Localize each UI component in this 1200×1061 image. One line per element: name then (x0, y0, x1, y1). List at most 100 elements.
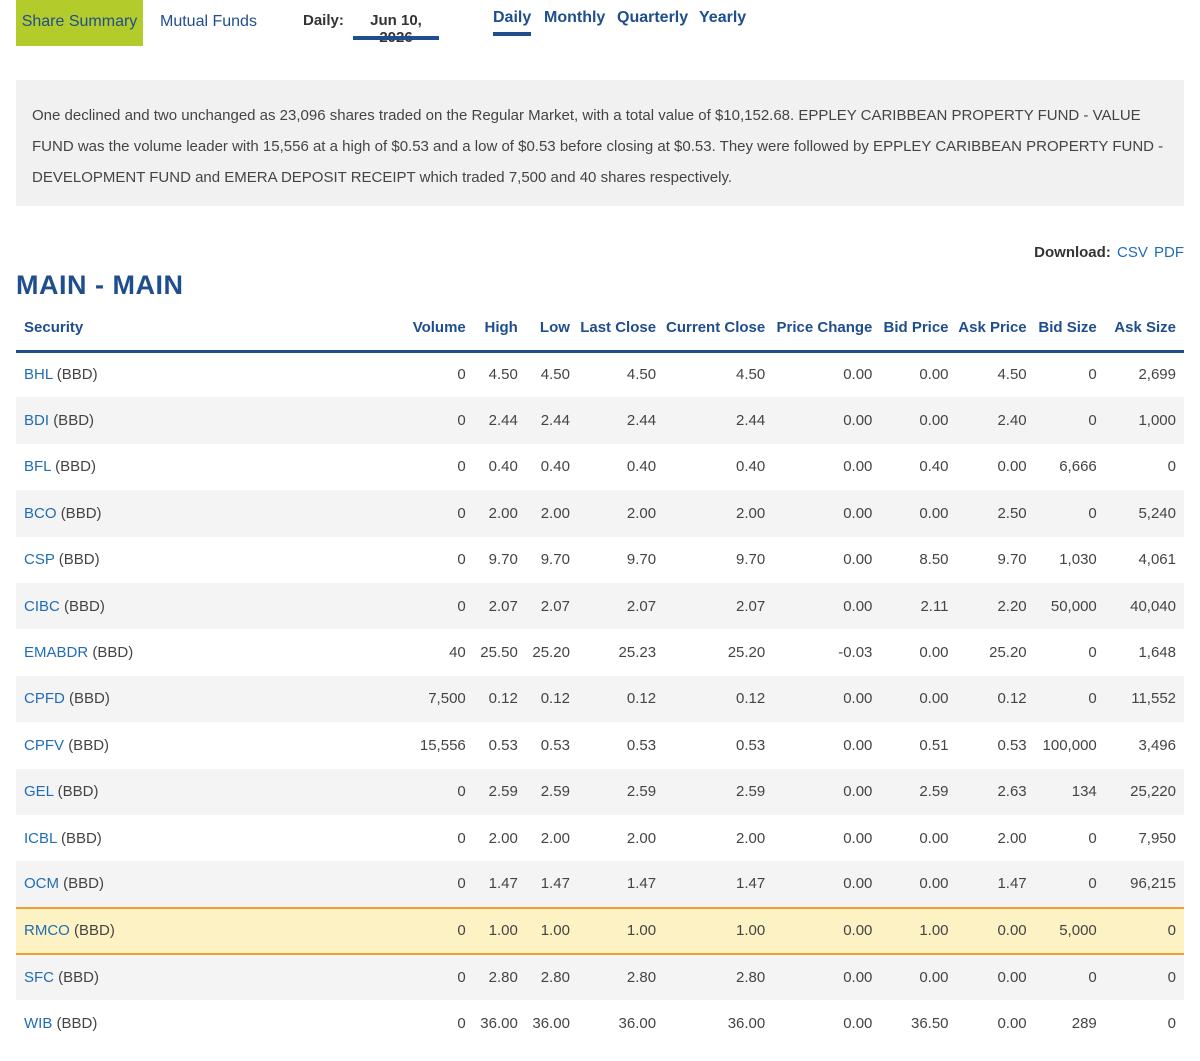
security-symbol-link[interactable]: CPFV (24, 737, 64, 754)
security-symbol-link[interactable]: GEL (24, 783, 53, 800)
last-close-cell: 0.40 (626, 458, 657, 476)
high-cell: 2.00 (473, 490, 526, 537)
period-daily[interactable]: Daily (493, 9, 532, 36)
price-change-cell: 0.00 (773, 861, 881, 908)
download-pdf-link[interactable]: PDF (1154, 244, 1184, 261)
low-cell: 2.07 (525, 582, 578, 630)
column-header-high[interactable]: High (473, 309, 526, 353)
volume-cell: 0 (457, 458, 466, 476)
volume-cell: 0 (406, 906, 474, 956)
security-cell: CPFV (BBD) (16, 722, 407, 768)
high-cell: 1.00 (473, 906, 526, 956)
tab-share-summary[interactable]: Share Summary (16, 0, 143, 46)
column-header-volume[interactable]: Volume (406, 309, 474, 353)
security-currency: (BBD) (74, 922, 115, 940)
price-change-cell: 0.00 (843, 458, 873, 476)
bid-price-cell: 0.51 (919, 736, 949, 754)
volume-cell: 0 (406, 490, 474, 537)
download-links: Download: CSV PDF (1034, 244, 1184, 261)
table-row: SFC (BBD) 0 2.80 2.80 2.80 2.80 0.00 0.00 0.00 0 0 (16, 954, 1184, 1001)
column-header-bid-size[interactable]: Bid Size (1034, 309, 1105, 353)
period-yearly[interactable]: Yearly (699, 9, 746, 27)
table-row: GEL (BBD) 0 2.59 2.59 2.59 2.59 0.00 2.59 2.63 13… (16, 768, 1184, 815)
last-close-cell: 4.50 (626, 366, 657, 384)
download-csv-link[interactable]: CSV (1117, 244, 1148, 261)
low-cell: 2.59 (525, 768, 578, 815)
bid-size-cell: 50,000 (1034, 582, 1105, 630)
date-picker[interactable]: Jun 10, 2026 (353, 12, 439, 46)
ask-price-cell: 1.47 (956, 861, 1035, 908)
security-currency: (BBD) (53, 412, 95, 430)
column-header-last-close[interactable]: Last Close (577, 309, 665, 353)
security-currency: (BBD) (57, 783, 99, 801)
column-header-ask-size[interactable]: Ask Size (1104, 309, 1184, 353)
bid-size-cell: 0 (1034, 490, 1105, 537)
security-symbol-link[interactable]: BCO (24, 505, 57, 522)
security-symbol-link[interactable]: RMCO (24, 922, 70, 939)
high-cell: 0.40 (488, 458, 518, 476)
column-header-security[interactable]: Security (16, 309, 407, 353)
last-close-cell: 1.00 (577, 906, 665, 956)
last-close-cell: 2.00 (626, 829, 657, 847)
low-cell: 2.80 (525, 954, 578, 1001)
security-symbol-link[interactable]: BHL (24, 366, 53, 383)
security-symbol-link[interactable]: OCM (24, 875, 59, 892)
bid-price-cell: 0.00 (880, 675, 957, 723)
bid-price-cell: 36.50 (910, 1015, 949, 1033)
table-row: EMABDR (BBD) 40 25.50 25.20 25.23 25.20 -0.03 0… (16, 629, 1184, 675)
volume-cell: 0 (457, 551, 466, 569)
ask-size-cell: 4,061 (1138, 551, 1176, 569)
security-currency: (BBD) (60, 504, 102, 522)
column-header-current-close[interactable]: Current Close (664, 309, 774, 353)
bid-size-cell: 1,030 (1059, 551, 1097, 569)
bid-price-cell: 0.00 (919, 366, 949, 384)
table-row: CPFD (BBD) 7,500 0.12 0.12 0.12 0.12 0.00 0.00 0… (16, 675, 1184, 723)
security-symbol-link[interactable]: SFC (24, 969, 54, 986)
table-row: BDI (BBD) 0 2.44 2.44 2.44 2.44 0.00 0.00 2.40 0 1… (16, 397, 1184, 444)
table-body: BHL (BBD) 0 4.50 4.50 4.50 4.50 0.00 0.00 4.50 0 2… (16, 351, 1184, 1047)
table-row: ICBL (BBD) 0 2.00 2.00 2.00 2.00 0.00 0.00 2.00 0… (16, 815, 1184, 861)
security-currency: (BBD) (69, 690, 110, 708)
security-symbol-link[interactable]: CPFD (24, 690, 65, 707)
security-symbol-link[interactable]: CSP (24, 551, 55, 568)
period-monthly[interactable]: Monthly (544, 9, 605, 27)
period-quarterly[interactable]: Quarterly (617, 9, 688, 27)
tab-mutual-funds[interactable]: Mutual Funds (152, 0, 265, 46)
current-close-cell: 1.47 (664, 861, 774, 908)
bid-size-cell: 0 (1034, 861, 1105, 908)
security-symbol-link[interactable]: BFL (24, 458, 51, 475)
security-currency: (BBD) (58, 969, 100, 987)
security-symbol-link[interactable]: WIB (24, 1015, 52, 1032)
bid-price-cell: 2.59 (880, 768, 957, 815)
table-row: BCO (BBD) 0 2.00 2.00 2.00 2.00 0.00 0.00 2.50 0 5… (16, 490, 1184, 537)
volume-cell: 40 (449, 644, 466, 662)
security-symbol-link[interactable]: BDI (24, 412, 49, 429)
current-close-cell: 2.80 (664, 954, 774, 1001)
ask-price-cell: 2.40 (956, 397, 1035, 444)
high-cell: 2.80 (473, 954, 526, 1001)
ask-price-cell: 4.50 (997, 366, 1027, 384)
price-change-cell: 0.00 (773, 490, 881, 537)
security-cell: BDI (BBD) (16, 397, 407, 444)
volume-cell: 0 (457, 366, 466, 384)
column-header-low[interactable]: Low (525, 309, 578, 353)
column-header-bid-price[interactable]: Bid Price (880, 309, 957, 353)
current-close-cell: 36.00 (727, 1015, 766, 1033)
high-cell: 9.70 (488, 551, 518, 569)
column-header-ask-price[interactable]: Ask Price (956, 309, 1035, 353)
security-symbol-link[interactable]: CIBC (24, 598, 60, 615)
security-currency: (BBD) (68, 736, 110, 754)
security-cell: BCO (BBD) (16, 490, 407, 537)
price-change-cell: 0.00 (773, 675, 881, 723)
security-symbol-link[interactable]: EMABDR (24, 644, 88, 661)
security-cell: SFC (BBD) (16, 954, 407, 1001)
ask-size-cell: 1,648 (1138, 644, 1176, 662)
bid-price-cell: 0.00 (919, 829, 949, 847)
last-close-cell: 1.47 (577, 861, 665, 908)
price-change-cell: 0.00 (843, 736, 873, 754)
volume-cell: 0 (406, 397, 474, 444)
column-header-price-change[interactable]: Price Change (773, 309, 881, 353)
security-symbol-link[interactable]: ICBL (24, 830, 57, 847)
ask-price-cell: 25.20 (989, 644, 1027, 662)
price-change-cell: 0.00 (773, 582, 881, 630)
